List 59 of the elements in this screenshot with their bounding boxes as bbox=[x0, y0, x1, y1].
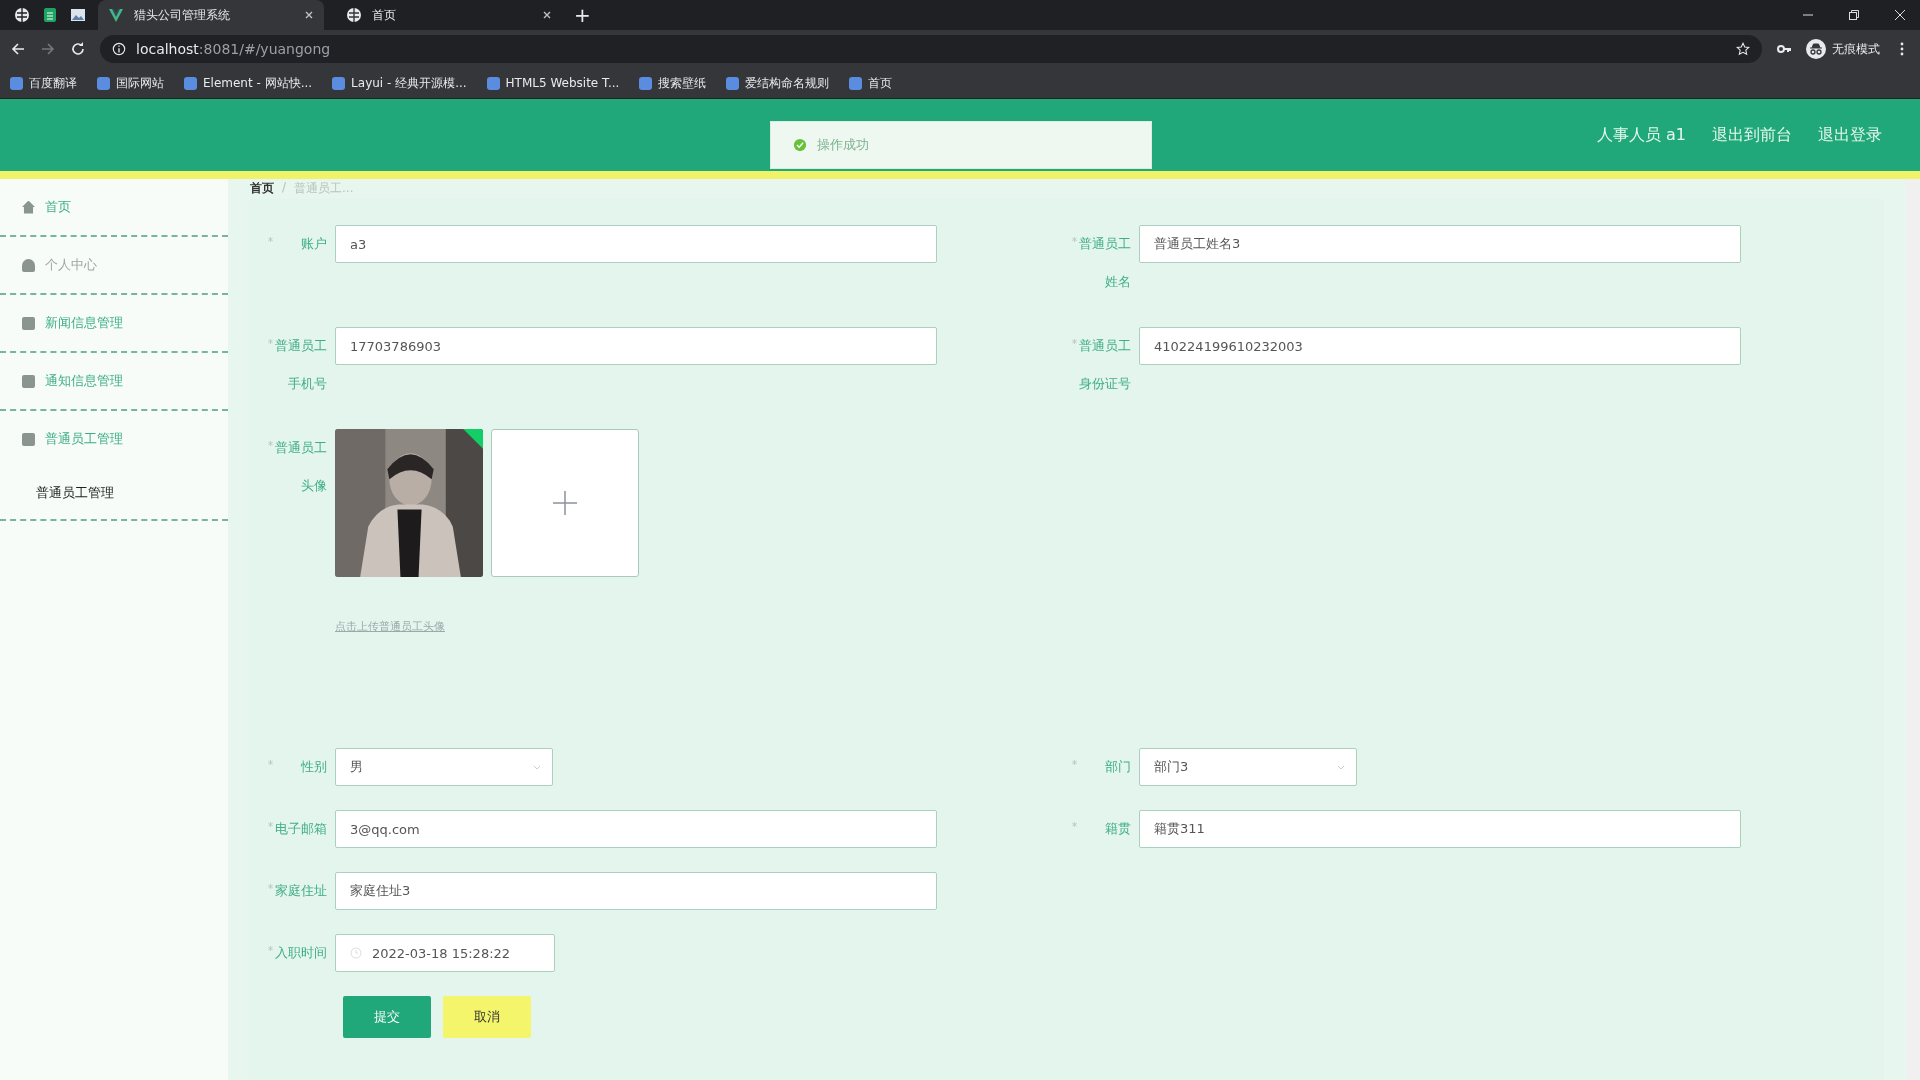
field-label: 普通员工头像 bbox=[275, 439, 327, 495]
select-field[interactable]: 男 bbox=[335, 748, 553, 786]
bookmark[interactable]: Element - 网站快... bbox=[184, 74, 313, 92]
input-field[interactable]: 普通员工姓名3 bbox=[1139, 225, 1741, 263]
field-label: 性别 bbox=[300, 758, 327, 776]
incognito-button[interactable]: 无痕模式 bbox=[1806, 39, 1880, 59]
close-icon[interactable] bbox=[1894, 9, 1906, 21]
bookmark[interactable]: 百度翻译 bbox=[10, 74, 77, 92]
bookmark[interactable]: HTML5 Website T... bbox=[486, 76, 620, 90]
new-tab-button[interactable]: + bbox=[574, 5, 591, 25]
bookmark[interactable]: Layui - 经典开源模... bbox=[332, 74, 467, 92]
field-label: 普通员工手机号 bbox=[275, 337, 327, 393]
field-label: 家庭住址 bbox=[275, 882, 327, 900]
star-icon[interactable] bbox=[1736, 42, 1750, 56]
globe-icon[interactable] bbox=[14, 7, 30, 23]
input-field[interactable]: 17703786903 bbox=[335, 327, 937, 365]
input-field[interactable]: 家庭住址3 bbox=[335, 872, 937, 910]
forward-icon[interactable] bbox=[40, 41, 56, 57]
v-logo-icon bbox=[108, 7, 124, 23]
field-label: 账户 bbox=[300, 235, 327, 253]
close-icon[interactable] bbox=[304, 10, 314, 20]
reload-icon[interactable] bbox=[70, 41, 86, 57]
input-field[interactable]: 410224199610232003 bbox=[1139, 327, 1741, 365]
bookmark[interactable]: 国际网站 bbox=[97, 74, 164, 92]
field-label: 电子邮箱 bbox=[275, 820, 327, 838]
field-label: 部门 bbox=[1104, 758, 1131, 776]
cancel-button[interactable]: 取消 bbox=[443, 996, 531, 1038]
browser-tab[interactable]: 猎头公司管理系统 bbox=[98, 0, 324, 30]
address-field[interactable]: localhost:8081/#/yuangong bbox=[100, 35, 1762, 63]
submenu-item[interactable]: 普通员工管理 bbox=[0, 467, 228, 519]
image-icon[interactable] bbox=[70, 7, 86, 23]
field-label: 入职时间 bbox=[275, 944, 327, 962]
back-icon[interactable] bbox=[10, 41, 26, 57]
close-icon[interactable] bbox=[542, 10, 552, 20]
success-icon bbox=[793, 138, 807, 152]
breadcrumb-item[interactable]: 首页 bbox=[250, 179, 274, 197]
input-field[interactable]: 3@qq.com bbox=[335, 810, 937, 848]
select-field[interactable]: 部门3 bbox=[1139, 748, 1357, 786]
restore-icon[interactable] bbox=[1848, 9, 1860, 21]
scrollbar[interactable] bbox=[1906, 179, 1920, 1080]
field-label: 籍贯 bbox=[1104, 820, 1131, 838]
input-field[interactable]: 籍贯311 bbox=[1139, 810, 1741, 848]
field-label: 普通员工身份证号 bbox=[1079, 337, 1131, 393]
bookmark[interactable]: 首页 bbox=[849, 74, 893, 92]
browser-tab[interactable]: 首页 bbox=[336, 0, 562, 30]
input-field[interactable]: a3 bbox=[335, 225, 937, 263]
info-icon[interactable] bbox=[112, 42, 126, 56]
bookmark[interactable]: 爱结构命名规则 bbox=[726, 74, 830, 92]
bookmark[interactable]: 搜索壁纸 bbox=[639, 74, 707, 92]
toast-text: 操作成功 bbox=[817, 136, 869, 154]
sheet-icon[interactable] bbox=[42, 7, 58, 23]
date-field[interactable]: 2022-03-18 15:28:22 bbox=[335, 934, 555, 972]
breadcrumb-separator: / bbox=[282, 179, 287, 196]
plus-icon bbox=[553, 491, 577, 515]
incognito-icon bbox=[1806, 39, 1826, 59]
field-label: 普通员工姓名 bbox=[1079, 235, 1131, 291]
clock-icon bbox=[350, 947, 362, 959]
globe-icon bbox=[346, 7, 362, 23]
upload-hint: 点击上传普通员工头像 bbox=[335, 619, 446, 634]
